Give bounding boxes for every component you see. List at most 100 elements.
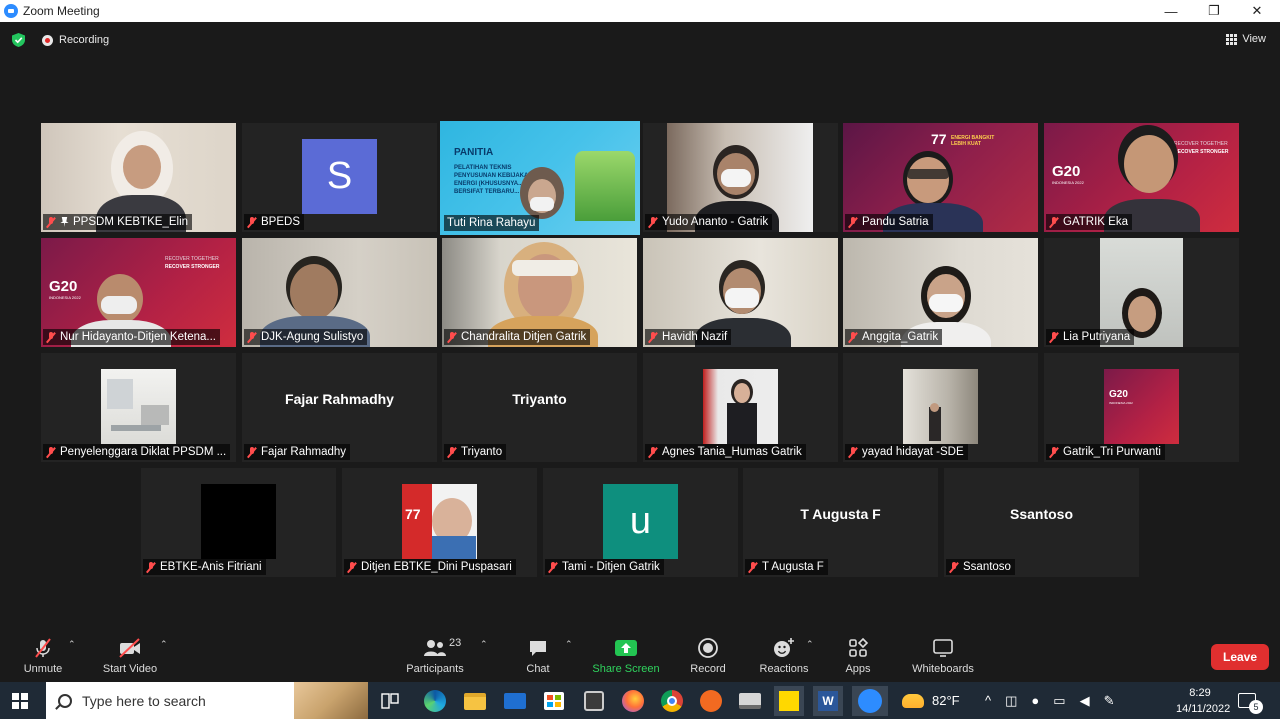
- battery-icon[interactable]: ▭: [1053, 693, 1065, 709]
- participants-label: Participants: [406, 663, 464, 675]
- video-options-caret-icon[interactable]: ⌃: [160, 639, 168, 649]
- apps-button[interactable]: Apps: [838, 637, 878, 675]
- volume-icon[interactable]: ◀: [1080, 693, 1090, 709]
- clock-date: 14/11/2022: [1176, 703, 1231, 715]
- mic-off-icon: [1049, 446, 1059, 458]
- participant-name: BPEDS: [261, 216, 300, 228]
- zoom-taskbar-icon[interactable]: [852, 686, 888, 716]
- background-caption: ENERGI BANGKIT LEBIH KUAT: [951, 135, 995, 147]
- task-view-icon[interactable]: [375, 686, 405, 716]
- taskbar-search-box[interactable]: Type here to search: [46, 682, 368, 719]
- participant-nametag: EBTKE-Anis Fitriani: [143, 559, 266, 575]
- participant-nametag: Nur Hidayanto-Ditjen Ketena...: [43, 329, 220, 345]
- background-caption: INDONESIA 2022: [49, 295, 81, 300]
- video-tile[interactable]: yayad hidayat -SDE: [843, 353, 1038, 462]
- video-tile[interactable]: Agnes Tania_Humas Gatrik: [643, 353, 838, 462]
- participant-nametag: yayad hidayat -SDE: [845, 444, 968, 460]
- apps-label: Apps: [845, 663, 871, 675]
- participant-name: Nur Hidayanto-Ditjen Ketena...: [60, 331, 216, 343]
- video-tile[interactable]: Havidh Nazif: [643, 238, 838, 347]
- start-video-label: Start Video: [102, 663, 158, 675]
- search-highlight-image: [294, 682, 368, 719]
- video-tile[interactable]: u Tami - Ditjen Gatrik: [543, 468, 738, 577]
- video-tile[interactable]: Lia Putriyana: [1044, 238, 1239, 347]
- participant-name: Havidh Nazif: [662, 331, 728, 343]
- video-tile[interactable]: DJK-Agung Sulistyo: [242, 238, 437, 347]
- video-tile-active-speaker[interactable]: PANITIA PELATIHAN TEKNIS PENYUSUNAN KEBI…: [440, 121, 640, 235]
- windows-start-icon[interactable]: [12, 693, 28, 709]
- unmute-options-caret-icon[interactable]: ⌃: [68, 639, 76, 649]
- participant-nametag: Anggita_Gatrik: [845, 329, 943, 345]
- participant-name: DJK-Agung Sulistyo: [261, 331, 364, 343]
- store-icon[interactable]: [539, 686, 569, 716]
- video-tile[interactable]: Chandralita Ditjen Gatrik: [442, 238, 637, 347]
- share-screen-button[interactable]: Share Screen: [590, 637, 662, 675]
- remote-desktop-icon[interactable]: [735, 686, 765, 716]
- unmute-button[interactable]: Unmute: [18, 637, 68, 675]
- word-icon[interactable]: W: [813, 686, 843, 716]
- minimize-button[interactable]: —: [1149, 0, 1193, 22]
- mic-off-icon: [247, 446, 257, 458]
- apps-icon: [849, 637, 869, 657]
- participants-button[interactable]: 23 Participants: [400, 637, 470, 675]
- video-tile[interactable]: Fajar Rahmadhy Fajar Rahmadhy: [242, 353, 437, 462]
- firefox-icon[interactable]: [618, 686, 648, 716]
- media-app-icon[interactable]: [579, 686, 609, 716]
- leave-button[interactable]: Leave: [1211, 644, 1269, 670]
- microphone-icon[interactable]: ●: [1031, 693, 1039, 708]
- meeting-toolbar: Unmute ⌃ Start Video ⌃ 23 Participants ⌃: [0, 625, 1280, 682]
- meet-now-icon[interactable]: ◫: [1005, 693, 1017, 709]
- participant-nametag: Fajar Rahmadhy: [244, 444, 351, 460]
- pen-icon[interactable]: ✎: [1104, 693, 1115, 709]
- reactions-options-caret-icon[interactable]: ⌃: [806, 639, 814, 649]
- chat-button[interactable]: Chat: [518, 637, 558, 675]
- start-video-button[interactable]: Start Video: [98, 637, 162, 675]
- video-tile[interactable]: Ssantoso Ssantoso: [944, 468, 1139, 577]
- search-icon: [58, 693, 72, 708]
- mail-icon[interactable]: [500, 686, 530, 716]
- mic-off-icon: [146, 561, 156, 573]
- video-tile[interactable]: EBTKE-Anis Fitriani: [141, 468, 336, 577]
- video-tile[interactable]: G20 INDONESIA 2022 RECOVER TOGETHER RECO…: [41, 238, 236, 347]
- system-clock[interactable]: 8:29 14/11/2022: [1176, 685, 1231, 717]
- meeting-stage: Recording View PPSDM KEBTKE_Elin S BPEDS…: [0, 22, 1280, 682]
- participant-display-name: Ssantoso: [1009, 506, 1073, 522]
- video-tile[interactable]: PPSDM KEBTKE_Elin: [41, 123, 236, 232]
- edge-browser-icon[interactable]: [420, 686, 450, 716]
- sticky-notes-icon[interactable]: [774, 686, 804, 716]
- whiteboards-button[interactable]: Whiteboards: [905, 637, 981, 675]
- video-tile[interactable]: 77 ENERGI BANGKIT LEBIH KUAT Pandu Satri…: [843, 123, 1038, 232]
- orange-app-icon[interactable]: [696, 686, 726, 716]
- chat-icon: [530, 641, 546, 656]
- participant-name: T Augusta F: [762, 561, 824, 573]
- video-tile[interactable]: Anggita_Gatrik: [843, 238, 1038, 347]
- close-button[interactable]: ✕: [1235, 0, 1279, 22]
- video-tile[interactable]: S BPEDS: [242, 123, 437, 232]
- chrome-icon[interactable]: [657, 686, 687, 716]
- background-logo-text: G20: [1109, 389, 1128, 400]
- video-tile[interactable]: Triyanto Triyanto: [442, 353, 637, 462]
- view-button[interactable]: View: [1226, 33, 1266, 45]
- video-tile[interactable]: 77 Ditjen EBTKE_Dini Puspasari: [342, 468, 537, 577]
- recording-indicator[interactable]: Recording: [42, 34, 109, 46]
- participant-name: GATRIK Eka: [1063, 216, 1128, 228]
- grid-view-icon: [1226, 33, 1238, 45]
- chat-label: Chat: [526, 663, 550, 675]
- notifications-button[interactable]: 5: [1238, 682, 1263, 719]
- record-button[interactable]: Record: [686, 637, 730, 675]
- chevron-up-icon[interactable]: ^: [985, 693, 991, 708]
- participants-icon: [424, 640, 446, 656]
- video-tile[interactable]: Yudo Ananto - Gatrik: [643, 123, 838, 232]
- security-shield-icon[interactable]: [12, 33, 25, 47]
- chat-options-caret-icon[interactable]: ⌃: [565, 639, 573, 649]
- participant-nametag: Tami - Ditjen Gatrik: [545, 559, 664, 575]
- video-tile[interactable]: G20 INDONESIA 2022 Gatrik_Tri Purwanti: [1044, 353, 1239, 462]
- file-explorer-icon[interactable]: [460, 686, 490, 716]
- video-tile[interactable]: Penyelenggara Diklat PPSDM ...: [41, 353, 236, 462]
- weather-widget[interactable]: 82°F: [902, 682, 960, 719]
- participants-options-caret-icon[interactable]: ⌃: [480, 639, 488, 649]
- video-tile[interactable]: G20 INDONESIA 2022 RECOVER TOGETHER RECO…: [1044, 123, 1239, 232]
- video-tile[interactable]: T Augusta F T Augusta F: [743, 468, 938, 577]
- reactions-button[interactable]: Reactions: [756, 637, 812, 675]
- restore-button[interactable]: ❐: [1192, 0, 1236, 22]
